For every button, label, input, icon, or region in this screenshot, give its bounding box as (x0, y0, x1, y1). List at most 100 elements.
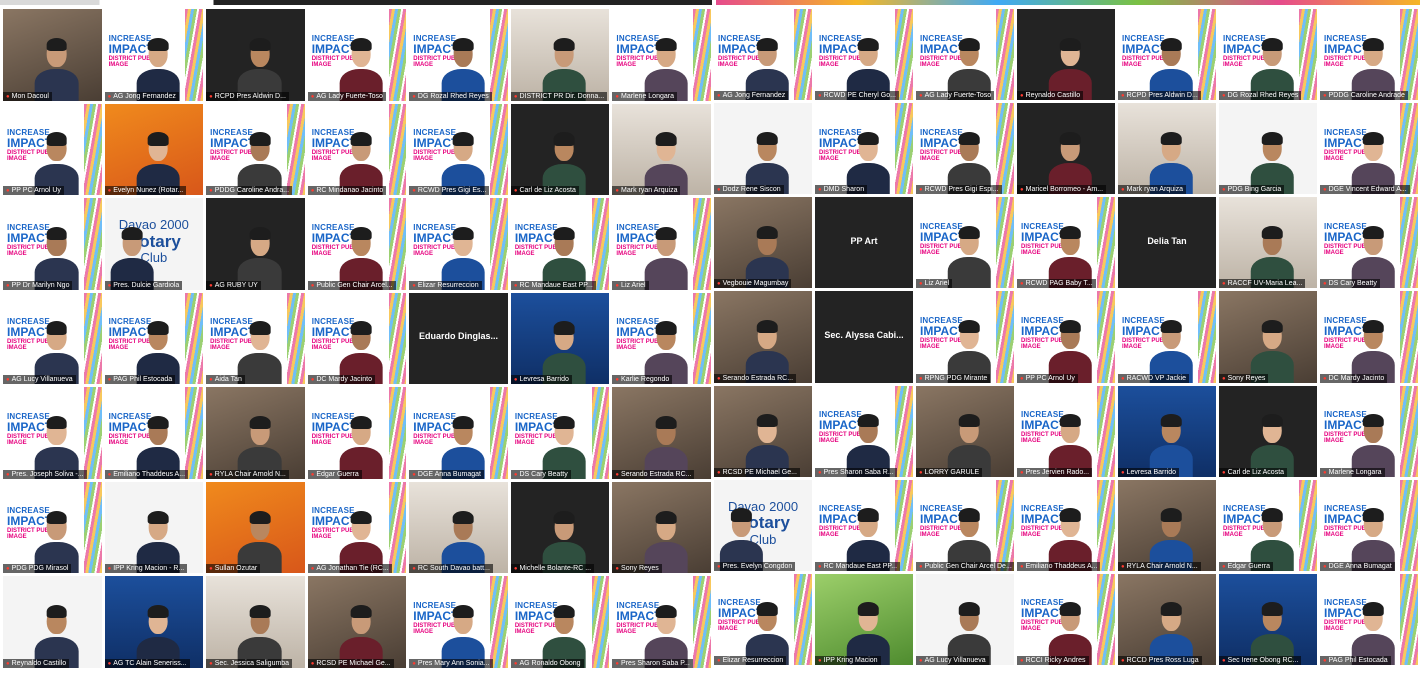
participant-tile[interactable]: INCREASE IMPACT DISTRICT PUBLIC IMAGE ● P… (916, 479, 1014, 571)
participant-tile[interactable]: INCREASE IMPACT DISTRICT PUBLIC IMAGE ● R… (1118, 9, 1216, 101)
participant-tile[interactable]: INCREASE IMPACT DISTRICT PUBLIC IMAGE ● E… (409, 198, 508, 290)
participant-tile[interactable]: ● Levresa Barrido (1118, 385, 1216, 477)
participant-tile[interactable]: INCREASE IMPACT DISTRICT PUBLIC IMAGE ● A… (206, 292, 305, 385)
participant-tile[interactable]: INCREASE IMPACT DISTRICT PUBLIC IMAGE ● R… (510, 198, 610, 290)
participant-tile[interactable]: INCREASE IMPACT DISTRICT PUBLIC IMAGE ● R… (1118, 291, 1216, 383)
participant-tile[interactable]: INCREASE IMPACT DISTRICT PUBLIC IMAGE ● P… (3, 481, 102, 574)
participant-tile[interactable]: ● Vegbouie Magumbay (714, 197, 812, 289)
participant-tile[interactable]: INCREASE IMPACT DISTRICT PUBLIC IMAGE ● P… (409, 576, 508, 668)
participant-tile[interactable]: INCREASE IMPACT DISTRICT PUBLIC IMAGE ● P… (307, 198, 407, 290)
participant-tile[interactable]: Davao 2000 Rotary Club ● Pres. Dulcie Gar… (104, 198, 204, 290)
participant-tile[interactable]: ● DISTRICT PR Dir. Donna... (510, 9, 610, 101)
participant-tile[interactable]: ● IPP Kring Macion (815, 573, 913, 665)
participant-tile[interactable]: Sec. Alyssa Cabi... (815, 291, 913, 383)
participant-tile[interactable]: INCREASE IMPACT DISTRICT PUBLIC IMAGE ● P… (3, 103, 102, 196)
participant-tile[interactable]: INCREASE IMPACT DISTRICT PUBLIC IMAGE ● R… (1017, 573, 1115, 665)
participant-tile[interactable]: INCREASE IMPACT DISTRICT PUBLIC IMAGE ● A… (307, 481, 407, 574)
participant-tile[interactable]: INCREASE IMPACT DISTRICT PUBLIC IMAGE ● A… (3, 292, 102, 385)
participant-tile[interactable]: INCREASE IMPACT DISTRICT PUBLIC IMAGE ● D… (1320, 103, 1418, 195)
participant-tile[interactable]: ● RCPD Pres Aldwin D... (206, 9, 305, 101)
participant-tile[interactable]: ● Maricel Borromeo - Am... (1017, 103, 1115, 195)
participant-tile[interactable]: ● Reynaldo Castillo (3, 576, 102, 668)
participant-tile[interactable]: INCREASE IMPACT DISTRICT PUBLIC IMAGE ● A… (104, 9, 204, 101)
participant-tile[interactable]: ● Sullan Ozutar (206, 481, 305, 574)
participant-tile[interactable]: ● Sec. Jessica Saligumba (206, 576, 305, 668)
participant-name-label: ● Edgar Guerra (1219, 561, 1274, 571)
participant-tile[interactable]: ● RCCD Pres Ross Luga (1118, 573, 1216, 665)
participant-tile[interactable]: INCREASE IMPACT DISTRICT PUBLIC IMAGE ● P… (206, 103, 305, 196)
participant-tile[interactable]: ● LORRY GARULE (916, 385, 1014, 477)
participant-tile[interactable]: ● Evelyn Nunez (Rotar... (104, 103, 204, 196)
participant-tile[interactable]: INCREASE IMPACT DISTRICT PUBLIC IMAGE ● D… (409, 387, 508, 479)
participant-tile[interactable]: ● Sec Irene Obong RC... (1219, 573, 1317, 665)
participant-tile[interactable]: ● Levresa Barrido (510, 292, 610, 385)
participant-tile[interactable]: ● Carl de Liz Acosta (1219, 385, 1317, 477)
participant-tile[interactable]: INCREASE IMPACT DISTRICT PUBLIC IMAGE ● A… (510, 576, 610, 668)
participant-tile[interactable]: ● Sony Reyes (1219, 291, 1317, 383)
participant-tile[interactable]: INCREASE IMPACT DISTRICT PUBLIC IMAGE ● D… (1219, 9, 1317, 101)
participant-name-label: ● Liz Ariel (916, 279, 953, 289)
participant-tile[interactable]: ● RCSD PE Michael Ge... (714, 385, 812, 477)
participant-tile[interactable]: INCREASE IMPACT DISTRICT PUBLIC IMAGE ● L… (916, 197, 1014, 289)
participant-tile[interactable]: INCREASE IMPACT DISTRICT PUBLIC IMAGE ● A… (307, 9, 407, 101)
participant-tile[interactable]: ● AG RUBY UY (206, 198, 305, 290)
participant-tile[interactable]: INCREASE IMPACT DISTRICT PUBLIC IMAGE ● A… (714, 9, 812, 101)
participant-tile[interactable]: ● Serando Estrada RC... (714, 291, 812, 383)
participant-tile[interactable]: INCREASE IMPACT DISTRICT PUBLIC IMAGE ● P… (1017, 385, 1115, 477)
participant-tile[interactable]: INCREASE IMPACT DISTRICT PUBLIC IMAGE ● E… (714, 573, 812, 665)
participant-tile[interactable]: ● RYLA Chair Arnold N... (206, 387, 305, 479)
participant-tile[interactable]: INCREASE IMPACT DISTRICT PUBLIC IMAGE ● R… (409, 103, 508, 196)
participant-tile[interactable]: Delia Tan (1118, 197, 1216, 289)
participant-tile[interactable]: INCREASE IMPACT DISTRICT PUBLIC IMAGE ● P… (1017, 291, 1115, 383)
participant-tile[interactable]: INCREASE IMPACT DISTRICT PUBLIC IMAGE ● E… (307, 387, 407, 479)
participant-tile[interactable]: INCREASE IMPACT DISTRICT PUBLIC IMAGE ● R… (1017, 197, 1115, 289)
participant-tile[interactable]: ● Michelle Bolante-RC ... (510, 481, 610, 574)
participant-tile[interactable]: INCREASE IMPACT DISTRICT PUBLIC IMAGE ● P… (815, 385, 913, 477)
participant-tile[interactable]: ● Mark ryan Arquiza (612, 103, 711, 196)
participant-tile[interactable]: INCREASE IMPACT DISTRICT PUBLIC IMAGE ● K… (612, 292, 711, 385)
participant-tile[interactable]: ● RC South Davao batt... (409, 481, 508, 574)
participant-tile[interactable]: INCREASE IMPACT DISTRICT PUBLIC IMAGE ● R… (815, 9, 913, 101)
participant-tile[interactable]: INCREASE IMPACT DISTRICT PUBLIC IMAGE ● P… (3, 387, 102, 479)
participant-tile[interactable]: ● Serando Estrada RC... (612, 387, 711, 479)
participant-tile[interactable]: ● RACCF UV-Maria Lea... (1219, 197, 1317, 289)
participant-tile[interactable]: INCREASE IMPACT DISTRICT PUBLIC IMAGE ● E… (1017, 479, 1115, 571)
participant-tile[interactable]: INCREASE IMPACT DISTRICT PUBLIC IMAGE ● D… (307, 292, 407, 385)
participant-tile[interactable]: INCREASE IMPACT DISTRICT PUBLIC IMAGE ● D… (1320, 479, 1418, 571)
participant-tile[interactable]: Eduardo Dinglas... (409, 292, 508, 385)
participant-tile[interactable]: ● Carl de Liz Acosta (510, 103, 610, 196)
participant-tile[interactable]: ● PDG Bing Garcia (1219, 103, 1317, 195)
participant-tile[interactable]: INCREASE IMPACT DISTRICT PUBLIC IMAGE ● D… (815, 103, 913, 195)
participant-tile[interactable]: INCREASE IMPACT DISTRICT PUBLIC IMAGE ● R… (815, 479, 913, 571)
participant-tile[interactable]: INCREASE IMPACT DISTRICT PUBLIC IMAGE ● P… (612, 576, 711, 668)
participant-tile[interactable]: INCREASE IMPACT DISTRICT PUBLIC IMAGE ● P… (1320, 573, 1418, 665)
participant-tile[interactable]: INCREASE IMPACT DISTRICT PUBLIC IMAGE ● D… (409, 9, 508, 101)
participant-tile[interactable]: PP Art (815, 197, 913, 289)
participant-tile[interactable]: ● AG TC Alain Seneriss... (104, 576, 204, 668)
participant-tile[interactable]: ● Reynaldo Castillo (1017, 9, 1115, 101)
participant-tile[interactable]: INCREASE IMPACT DISTRICT PUBLIC IMAGE ● P… (3, 198, 102, 290)
participant-tile[interactable]: INCREASE IMPACT DISTRICT PUBLIC IMAGE ● D… (1320, 291, 1418, 383)
participant-tile[interactable]: INCREASE IMPACT DISTRICT PUBLIC IMAGE ● R… (916, 291, 1014, 383)
participant-tile[interactable]: Davao 2000 Rotary Club ● Pres. Evelyn Con… (714, 479, 812, 571)
participant-tile[interactable]: INCREASE IMPACT DISTRICT PUBLIC IMAGE ● D… (510, 387, 610, 479)
participant-tile[interactable]: INCREASE IMPACT DISTRICT PUBLIC IMAGE ● D… (1320, 197, 1418, 289)
participant-tile[interactable]: INCREASE IMPACT DISTRICT PUBLIC IMAGE ● L… (612, 198, 711, 290)
participant-tile[interactable]: INCREASE IMPACT DISTRICT PUBLIC IMAGE ● E… (1219, 479, 1317, 571)
participant-tile[interactable]: INCREASE IMPACT DISTRICT PUBLIC IMAGE ● E… (104, 387, 204, 479)
participant-tile[interactable]: INCREASE IMPACT DISTRICT PUBLIC IMAGE ● R… (307, 103, 407, 196)
participant-tile[interactable]: ● AG Lucy Villanueva (916, 573, 1014, 665)
participant-tile[interactable]: INCREASE IMPACT DISTRICT PUBLIC IMAGE ● R… (916, 103, 1014, 195)
participant-tile[interactable]: INCREASE IMPACT DISTRICT PUBLIC IMAGE ● P… (1320, 9, 1418, 101)
participant-tile[interactable]: INCREASE IMPACT DISTRICT PUBLIC IMAGE ● M… (612, 9, 711, 101)
participant-tile[interactable]: INCREASE IMPACT DISTRICT PUBLIC IMAGE ● M… (1320, 385, 1418, 477)
participant-tile[interactable]: ● Mark ryan Arquiza (1118, 103, 1216, 195)
participant-tile[interactable]: ● Sony Reyes (612, 481, 711, 574)
participant-tile[interactable]: ● Dodz Rene Siscon (714, 103, 812, 195)
participant-tile[interactable]: ● RCSD PE Michael Ge... (307, 576, 407, 668)
participant-tile[interactable]: INCREASE IMPACT DISTRICT PUBLIC IMAGE ● A… (916, 9, 1014, 101)
participant-tile[interactable]: ● RYLA Chair Arnold N... (1118, 479, 1216, 571)
participant-tile[interactable]: ● IPP Kring Macion - R... (104, 481, 204, 574)
participant-tile[interactable]: ● Mon Dacoul (3, 9, 102, 101)
participant-tile[interactable]: INCREASE IMPACT DISTRICT PUBLIC IMAGE ● P… (104, 292, 204, 385)
